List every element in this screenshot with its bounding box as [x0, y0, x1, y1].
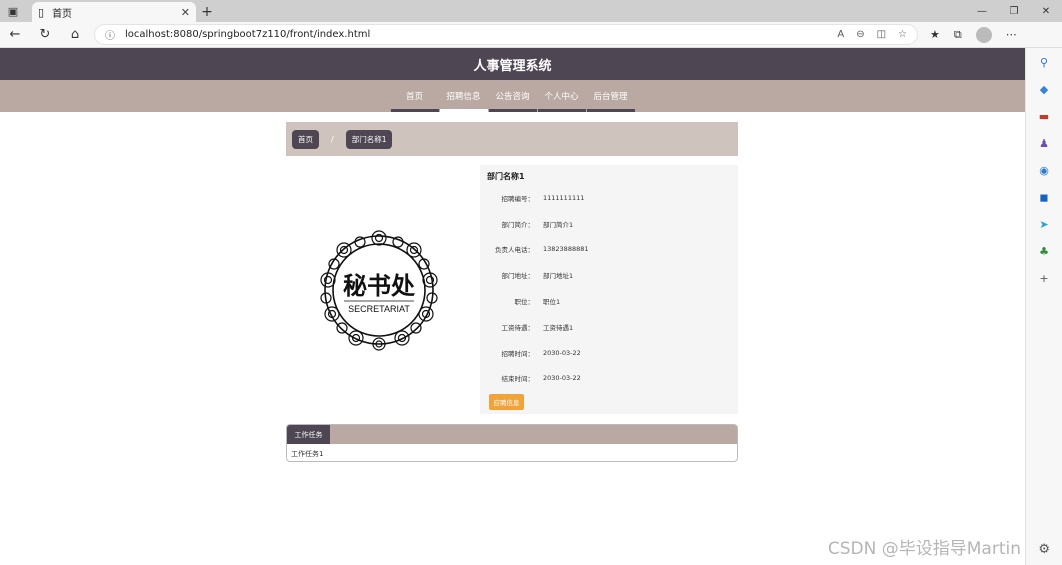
toolbox-icon[interactable]: ▬ [1039, 110, 1049, 123]
department-image: 秘书处 SECRETARIAT [286, 166, 471, 414]
window-close-icon[interactable]: ✕ [1030, 0, 1062, 22]
detail-row-address: 部门地址： 部门地址1 [501, 272, 574, 281]
gear-icon[interactable]: ⚙ [1038, 542, 1050, 557]
site-header: 人事管理系统 [0, 48, 1025, 80]
favorite-add-icon[interactable]: ☆ [898, 29, 907, 40]
detail-row-start-date: 招聘时间： 2030-03-22 [501, 348, 581, 358]
window-controls: — ❐ ✕ [966, 0, 1062, 22]
games-icon[interactable]: ♟ [1039, 137, 1049, 150]
outlook-icon[interactable]: ◼ [1039, 191, 1048, 204]
search-icon[interactable]: ⚲ [1040, 56, 1048, 69]
logo-sub-text: SECRETARIAT [348, 304, 410, 314]
info-icon[interactable]: ⓘ [105, 27, 115, 42]
read-aloud-icon[interactable]: A [837, 29, 844, 40]
browser-sidebar: ⚲ ◆ ▬ ♟ ◉ ◼ ➤ ♣ + [1025, 48, 1062, 565]
sidebar-icon[interactable]: ▣ [0, 0, 26, 22]
plus-icon[interactable]: + [1039, 272, 1048, 285]
watermark: CSDN @毕设指导Martin [827, 539, 1021, 559]
detail-row-phone: 负责人电话： 13823888881 [495, 245, 589, 255]
browser-tab-title: 首页 [52, 8, 73, 20]
home-icon[interactable]: ⌂ [60, 27, 90, 42]
minimize-icon[interactable]: — [966, 0, 998, 22]
url-text: localhost:8080/springboot7z110/front/ind… [125, 29, 371, 40]
detail-row-salary: 工资待遇： 工资待遇1 [501, 323, 574, 332]
breadcrumb-separator: / [331, 134, 334, 144]
close-icon[interactable]: ✕ [181, 6, 190, 19]
job-detail-panel: 部门名称1 招聘编号： 1111111111 部门简介： 部门简介1 负责人电话： 1… [480, 165, 738, 414]
apply-button[interactable]: 应聘信息 [489, 394, 524, 411]
page-icon: ▯ [38, 5, 45, 19]
work-task-card: 工作任务 工作任务1 [286, 424, 738, 462]
favorites-icon[interactable]: ★ [930, 28, 940, 41]
split-screen-icon[interactable]: ◫ [877, 29, 886, 40]
address-bar-actions: A ⊖ ◫ ☆ [837, 29, 907, 40]
site-title: 人事管理系统 [473, 58, 552, 74]
breadcrumb: 首页 / 部门名称1 [286, 122, 738, 156]
tag-icon[interactable]: ◆ [1040, 83, 1048, 96]
nav-item-admin[interactable]: 后台管理 [586, 80, 635, 112]
logo-main-text: 秘书处 [343, 271, 415, 300]
profile-avatar[interactable] [975, 26, 992, 43]
nav-item-recruitment[interactable]: 招聘信息 [439, 80, 488, 112]
detail-row-dept-intro: 部门简介： 部门简介1 [501, 220, 574, 229]
browser-tab[interactable]: ▯ 首页 ✕ [32, 2, 196, 22]
office-icon[interactable]: ◉ [1039, 164, 1049, 177]
page-viewport: 人事管理系统 首页 招聘信息 公告咨询 个人中心 后台管理 首页 / 部门名称1 [0, 48, 1025, 565]
browser-tab-strip: ▣ ▯ 首页 ✕ + — ❐ ✕ [0, 0, 1062, 22]
breadcrumb-home[interactable]: 首页 [292, 129, 319, 149]
browser-toolbar: ★ ⧉ ⋯ [930, 26, 1017, 43]
breadcrumb-current: 部门名称1 [345, 129, 393, 149]
url-input[interactable]: ⓘ localhost:8080/springboot7z110/front/i… [94, 24, 918, 45]
zoom-icon[interactable]: ⊖ [856, 29, 864, 40]
work-task-header: 工作任务 [287, 425, 737, 444]
detail-title: 部门名称1 [487, 172, 525, 181]
secretariat-logo: 秘书处 SECRETARIAT [319, 230, 438, 351]
detail-row-end-date: 结束时间： 2030-03-22 [501, 374, 581, 384]
detail-row-recruit-no: 招聘编号： 1111111111 [501, 193, 585, 203]
collections-icon[interactable]: ⧉ [954, 28, 962, 42]
send-icon[interactable]: ➤ [1039, 218, 1048, 231]
tree-icon[interactable]: ♣ [1039, 245, 1049, 258]
nav-item-announcements[interactable]: 公告咨询 [488, 80, 537, 112]
restore-icon[interactable]: ❐ [998, 0, 1030, 22]
tab-work-task[interactable]: 工作任务 [287, 425, 330, 444]
address-bar-row: ← ↻ ⌂ ⓘ localhost:8080/springboot7z110/f… [0, 22, 1062, 48]
refresh-icon[interactable]: ↻ [30, 27, 60, 42]
plus-icon[interactable]: + [196, 2, 218, 22]
detail-row-position: 职位： 职位1 [514, 298, 561, 307]
site-nav: 首页 招聘信息 公告咨询 个人中心 后台管理 [0, 80, 1025, 112]
work-task-content: 工作任务1 [291, 450, 324, 458]
arrow-left-icon[interactable]: ← [0, 27, 30, 42]
nav-item-home[interactable]: 首页 [390, 80, 439, 112]
nav-item-personal-center[interactable]: 个人中心 [537, 80, 586, 112]
ellipsis-icon[interactable]: ⋯ [1006, 28, 1017, 41]
